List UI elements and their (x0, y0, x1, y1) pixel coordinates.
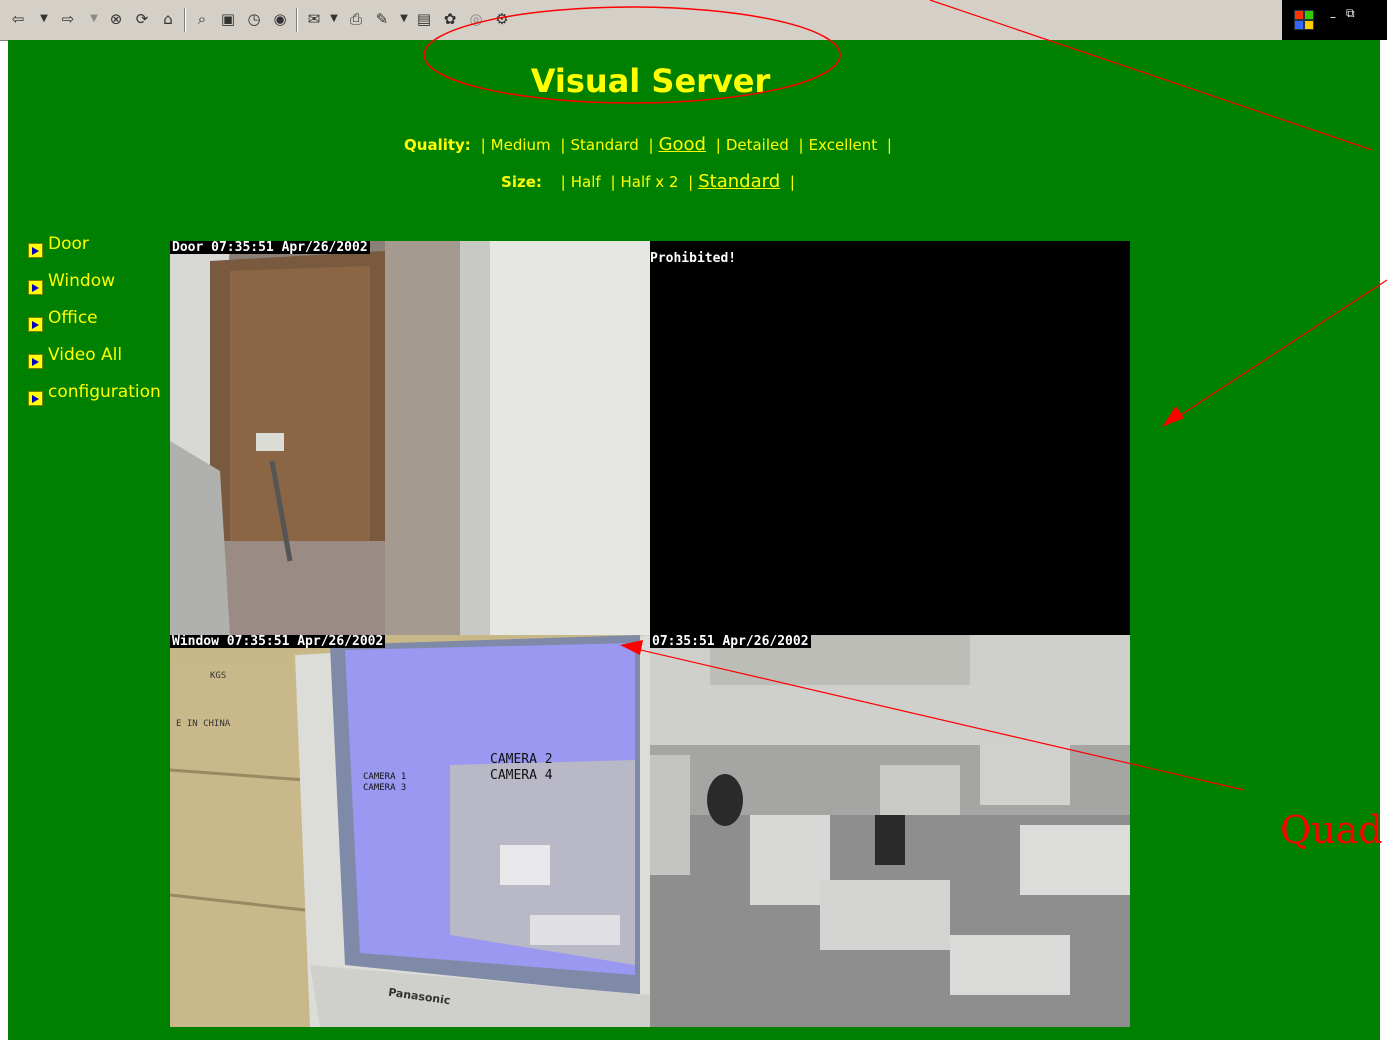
quad-annotation-text: Quad s (1280, 808, 1387, 852)
annotation-arrow-line (631, 647, 1245, 791)
arrowhead-icon (620, 640, 643, 655)
annotation-line (929, 0, 1373, 151)
title-highlight-ellipse (423, 6, 841, 104)
annotation-arrow-line (1169, 279, 1387, 423)
arrowhead-icon (1162, 406, 1184, 427)
annotation-overlay (423, 0, 1387, 791)
